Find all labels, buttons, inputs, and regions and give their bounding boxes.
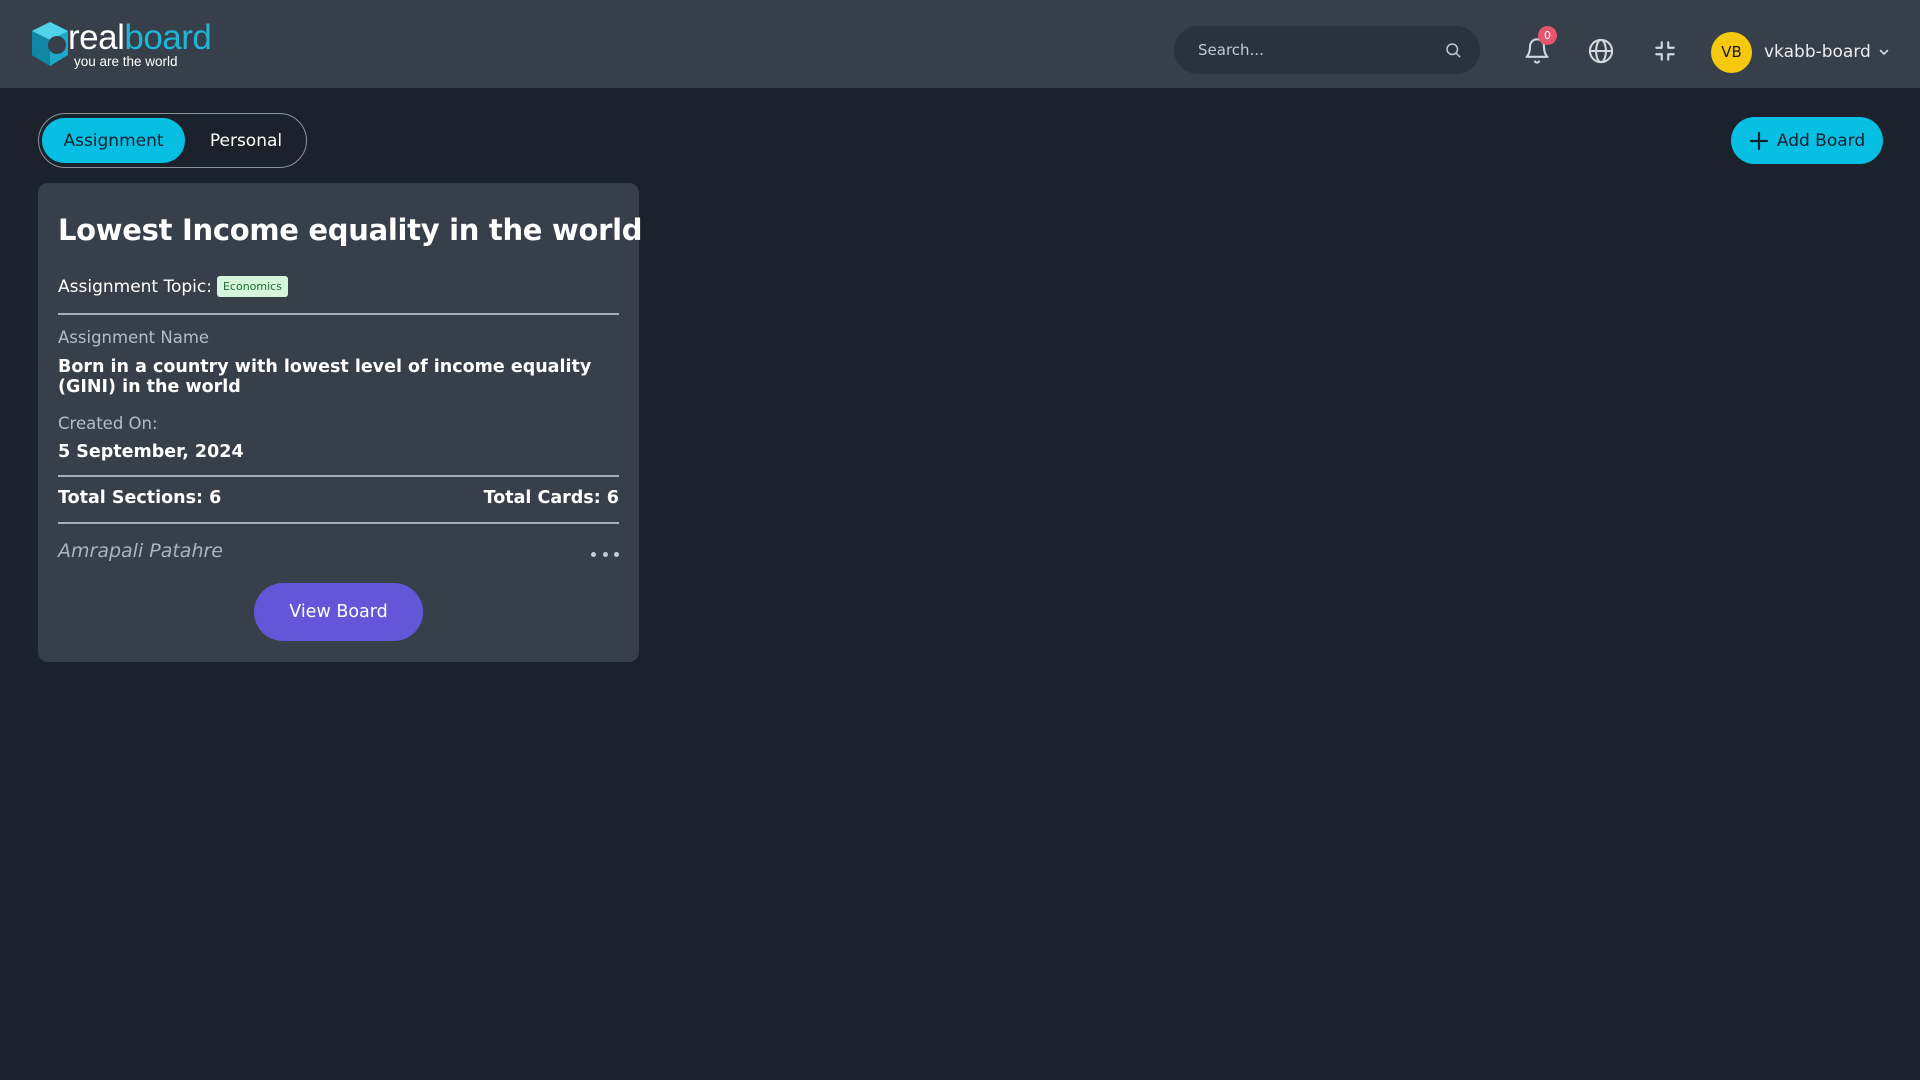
assignment-topic-label: Assignment Topic: bbox=[58, 276, 212, 297]
search-input[interactable] bbox=[1174, 26, 1480, 74]
board-title: Lowest Income equality in the world bbox=[58, 213, 643, 247]
chevron-down-icon bbox=[1879, 49, 1889, 55]
board-totals: Total Sections: 6 Total Cards: 6 bbox=[58, 488, 619, 508]
dot bbox=[614, 551, 619, 557]
divider bbox=[58, 475, 619, 477]
notification-badge: 0 bbox=[1538, 26, 1557, 45]
created-on-label: Created On: bbox=[58, 414, 158, 433]
realboard-logo[interactable]: realboard you are the world bbox=[24, 16, 212, 74]
assignment-name-label: Assignment Name bbox=[58, 328, 210, 347]
dot bbox=[591, 551, 596, 557]
view-board-button[interactable]: View Board bbox=[254, 583, 423, 641]
user-name: vkabb-board bbox=[1764, 42, 1871, 62]
add-board-label: Add Board bbox=[1776, 130, 1866, 151]
search-icon[interactable] bbox=[1444, 41, 1462, 59]
board-type-tabs: Assignment Personal bbox=[38, 113, 307, 168]
brand-word-part1: real bbox=[68, 18, 125, 57]
add-board-button[interactable]: Add Board bbox=[1731, 117, 1883, 164]
divider bbox=[58, 522, 619, 524]
brand-wordmark: realboard bbox=[68, 18, 212, 57]
total-cards: Total Cards: 6 bbox=[483, 488, 619, 508]
dot bbox=[602, 551, 608, 557]
board-author: Amrapali Patahre bbox=[58, 540, 223, 562]
divider bbox=[58, 313, 619, 315]
brand-word-part2: board bbox=[124, 18, 212, 57]
tab-personal[interactable]: Personal bbox=[191, 118, 301, 163]
exit-fullscreen-icon bbox=[1655, 41, 1675, 61]
user-menu[interactable]: VB vkabb-board bbox=[1711, 31, 1890, 73]
tab-assignment[interactable]: Assignment bbox=[42, 118, 185, 163]
globe-icon bbox=[1588, 38, 1614, 64]
plus-icon bbox=[1749, 131, 1768, 150]
top-header: realboard you are the world 0 bbox=[0, 0, 1920, 88]
avatar: VB bbox=[1711, 31, 1752, 73]
assignment-topic-row: Assignment Topic: Economics bbox=[58, 276, 288, 297]
total-sections: Total Sections: 6 bbox=[58, 488, 222, 508]
created-on-value: 5 September, 2024 bbox=[58, 442, 244, 462]
assignment-name: Born in a country with lowest level of i… bbox=[58, 357, 592, 397]
fullscreen-toggle-button[interactable] bbox=[1648, 34, 1682, 68]
language-button[interactable] bbox=[1584, 34, 1618, 68]
topic-tag: Economics bbox=[216, 276, 288, 297]
board-card: Lowest Income equality in the world Assi… bbox=[38, 183, 643, 662]
search-box bbox=[1174, 26, 1480, 74]
brand-tagline: you are the world bbox=[74, 54, 178, 69]
more-options-icon[interactable] bbox=[591, 544, 619, 564]
